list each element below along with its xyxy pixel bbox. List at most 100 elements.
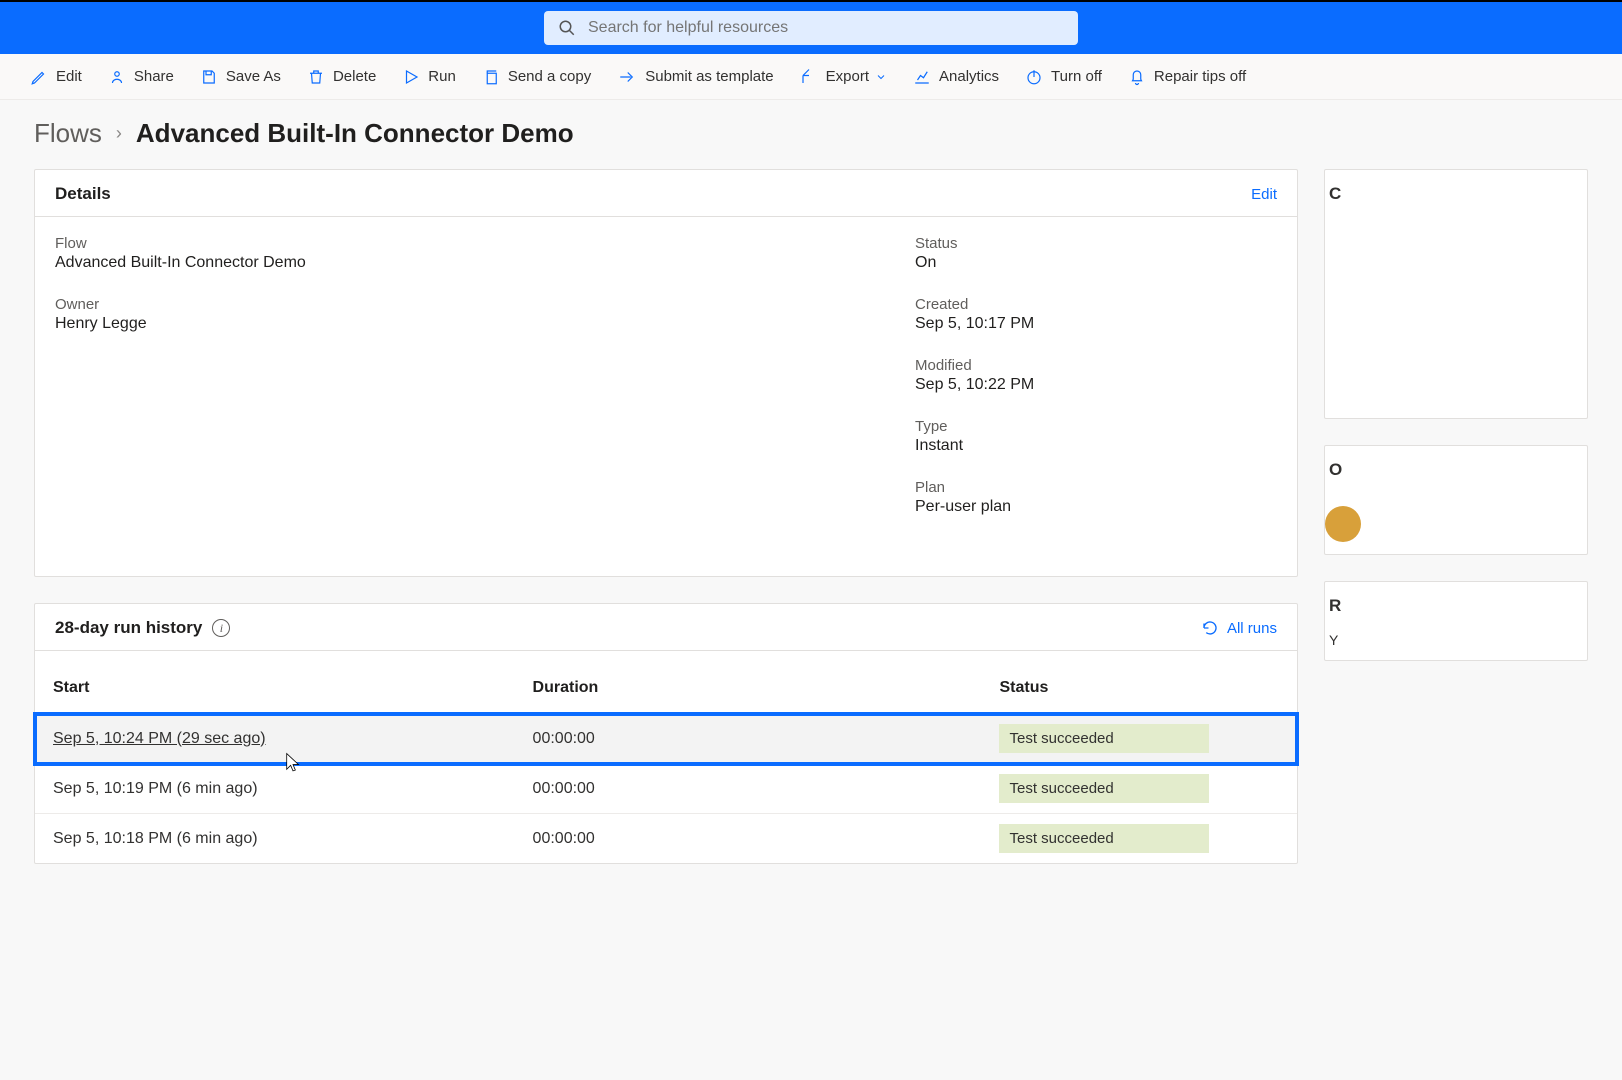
- cursor-icon: [285, 752, 301, 774]
- share-label: Share: [134, 68, 174, 85]
- field-owner: Owner Henry Legge: [55, 296, 875, 333]
- status-badge: Test succeeded: [999, 724, 1209, 753]
- save-as-button[interactable]: Save As: [200, 68, 281, 86]
- run-history-table: Start Duration Status Sep 5, 10:24 PM (2…: [35, 651, 1297, 863]
- repair-tips-label: Repair tips off: [1154, 68, 1246, 85]
- search-input[interactable]: [588, 19, 1064, 37]
- run-duration-cell: 00:00:00: [515, 764, 982, 814]
- run-history-card: 28-day run history i All runs Start Dura…: [34, 603, 1298, 864]
- modified-label: Modified: [915, 357, 1277, 374]
- side-panels: C O R Y: [1324, 169, 1588, 864]
- owner-label: Owner: [55, 296, 875, 313]
- side-card-connections: C: [1324, 169, 1588, 419]
- copy-icon: [482, 68, 500, 86]
- plan-label: Plan: [915, 479, 1277, 496]
- run-history-title: 28-day run history: [55, 618, 202, 638]
- analytics-label: Analytics: [939, 68, 999, 85]
- edit-button[interactable]: Edit: [30, 68, 82, 86]
- power-icon: [1025, 68, 1043, 86]
- share-icon: [108, 68, 126, 86]
- column-duration[interactable]: Duration: [515, 651, 982, 714]
- side-card-header: O: [1325, 446, 1587, 494]
- delete-label: Delete: [333, 68, 376, 85]
- field-modified: Modified Sep 5, 10:22 PM: [915, 357, 1277, 394]
- status-label: Status: [915, 235, 1277, 252]
- send-copy-button[interactable]: Send a copy: [482, 68, 591, 86]
- repair-tips-button[interactable]: Repair tips off: [1128, 68, 1246, 86]
- search-box[interactable]: [544, 11, 1078, 45]
- run-status-cell: Test succeeded: [981, 714, 1297, 764]
- run-duration-cell: 00:00:00: [515, 714, 982, 764]
- send-copy-label: Send a copy: [508, 68, 591, 85]
- content-area: Flows › Advanced Built-In Connector Demo…: [0, 100, 1622, 894]
- submit-template-button[interactable]: Submit as template: [617, 68, 773, 86]
- run-start-link[interactable]: Sep 5, 10:18 PM (6 min ago): [53, 830, 258, 847]
- created-value: Sep 5, 10:17 PM: [915, 315, 1277, 333]
- run-duration-cell: 00:00:00: [515, 814, 982, 864]
- run-start-cell[interactable]: Sep 5, 10:18 PM (6 min ago): [35, 814, 515, 864]
- run-start-link[interactable]: Sep 5, 10:19 PM (6 min ago): [53, 780, 258, 797]
- plan-value: Per-user plan: [915, 498, 1277, 516]
- run-start-link[interactable]: Sep 5, 10:24 PM (29 sec ago): [53, 730, 266, 747]
- run-start-cell[interactable]: Sep 5, 10:24 PM (29 sec ago): [35, 714, 515, 764]
- column-status[interactable]: Status: [981, 651, 1297, 714]
- refresh-icon: [1201, 619, 1219, 637]
- side-card-text: Y: [1325, 630, 1587, 650]
- breadcrumb-root[interactable]: Flows: [34, 118, 102, 149]
- run-start-cell[interactable]: Sep 5, 10:19 PM (6 min ago): [35, 764, 515, 814]
- submit-template-label: Submit as template: [645, 68, 773, 85]
- flow-label: Flow: [55, 235, 875, 252]
- analytics-icon: [913, 68, 931, 86]
- share-button[interactable]: Share: [108, 68, 174, 86]
- flow-value: Advanced Built-In Connector Demo: [55, 254, 875, 272]
- chevron-down-icon: [875, 71, 887, 83]
- top-app-bar: [0, 0, 1622, 54]
- info-icon[interactable]: i: [212, 619, 230, 637]
- bell-icon: [1128, 68, 1146, 86]
- avatar: [1325, 506, 1361, 542]
- side-card-owners: O: [1324, 445, 1588, 555]
- save-as-label: Save As: [226, 68, 281, 85]
- status-badge: Test succeeded: [999, 774, 1209, 803]
- details-edit-link[interactable]: Edit: [1251, 186, 1277, 203]
- run-history-header: 28-day run history i: [55, 618, 230, 638]
- modified-value: Sep 5, 10:22 PM: [915, 376, 1277, 394]
- status-value: On: [915, 254, 1277, 272]
- delete-button[interactable]: Delete: [307, 68, 376, 86]
- table-row[interactable]: Sep 5, 10:24 PM (29 sec ago) 00:00:00 Test…: [35, 714, 1297, 764]
- pencil-icon: [30, 68, 48, 86]
- save-icon: [200, 68, 218, 86]
- created-label: Created: [915, 296, 1277, 313]
- command-bar: Edit Share Save As Delete Run Send a cop…: [0, 54, 1622, 100]
- details-card: Details Edit Flow Advanced Built-In Conn…: [34, 169, 1298, 577]
- field-created: Created Sep 5, 10:17 PM: [915, 296, 1277, 333]
- type-value: Instant: [915, 437, 1277, 455]
- run-label: Run: [428, 68, 456, 85]
- type-label: Type: [915, 418, 1277, 435]
- owner-value: Henry Legge: [55, 315, 875, 333]
- play-icon: [402, 68, 420, 86]
- all-runs-label: All runs: [1227, 620, 1277, 637]
- analytics-button[interactable]: Analytics: [913, 68, 999, 86]
- trash-icon: [307, 68, 325, 86]
- export-icon: [800, 68, 818, 86]
- page-title: Advanced Built-In Connector Demo: [136, 118, 574, 149]
- export-button[interactable]: Export: [800, 68, 887, 86]
- run-button[interactable]: Run: [402, 68, 456, 86]
- edit-label: Edit: [56, 68, 82, 85]
- run-status-cell: Test succeeded: [981, 764, 1297, 814]
- details-header: Details: [55, 184, 111, 204]
- side-card-header: C: [1325, 170, 1587, 218]
- column-start[interactable]: Start: [35, 651, 515, 714]
- table-row[interactable]: Sep 5, 10:18 PM (6 min ago) 00:00:00 Test …: [35, 814, 1297, 864]
- all-runs-link[interactable]: All runs: [1201, 619, 1277, 637]
- field-flow: Flow Advanced Built-In Connector Demo: [55, 235, 875, 272]
- export-label: Export: [826, 68, 869, 85]
- chevron-right-icon: ›: [116, 123, 122, 144]
- field-plan: Plan Per-user plan: [915, 479, 1277, 516]
- side-card-header: R: [1325, 582, 1587, 630]
- status-badge: Test succeeded: [999, 824, 1209, 853]
- table-row[interactable]: Sep 5, 10:19 PM (6 min ago) 00:00:00 Test …: [35, 764, 1297, 814]
- turn-off-button[interactable]: Turn off: [1025, 68, 1102, 86]
- submit-icon: [617, 68, 637, 86]
